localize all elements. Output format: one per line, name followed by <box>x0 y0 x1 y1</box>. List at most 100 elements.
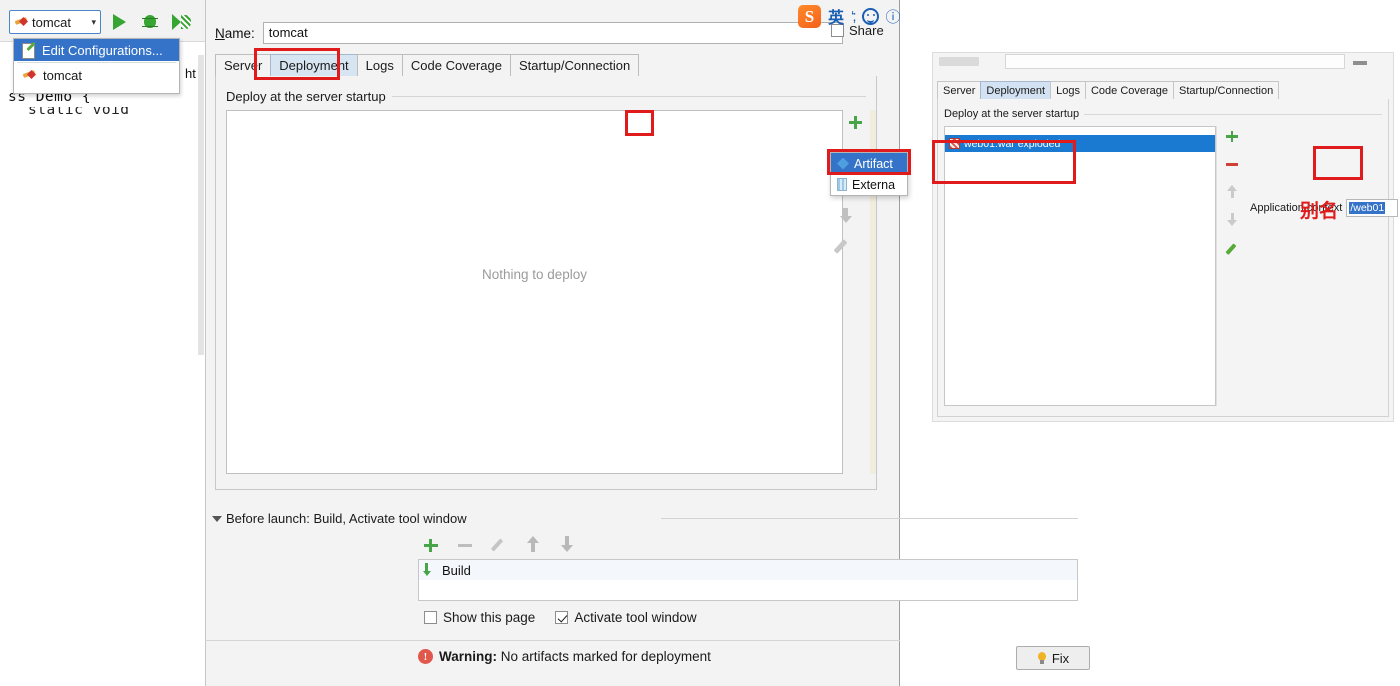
debug-icon[interactable] <box>140 13 160 31</box>
right-panel-tabs[interactable]: Server Deployment Logs Code Coverage Sta… <box>937 81 1280 99</box>
build-icon <box>423 563 437 577</box>
before-launch-title: Before launch: Build, Activate tool wind… <box>226 511 467 526</box>
activate-tool-window-checkbox-row[interactable]: Activate tool window <box>555 610 697 625</box>
activate-tool-window-label: Activate tool window <box>574 610 697 625</box>
show-this-page-label: Show this page <box>443 610 536 625</box>
tab-logs[interactable]: Logs <box>356 54 403 76</box>
minimize-icon[interactable] <box>1353 61 1367 65</box>
run-configuration-name: tomcat <box>32 14 72 30</box>
menu-item-tomcat[interactable]: tomcat <box>14 64 179 86</box>
fix-button-label: Fix <box>1051 650 1070 666</box>
before-launch-divider <box>661 518 1078 519</box>
editor-scrollbar[interactable] <box>198 55 204 355</box>
warning-message: No artifacts marked for deployment <box>500 649 711 664</box>
right-tab-logs[interactable]: Logs <box>1050 81 1086 99</box>
code-line-2-clip: static void main(Str <box>0 107 205 117</box>
warning-row: ! Warning: No artifacts marked for deplo… <box>418 649 711 664</box>
activate-tool-window-checkbox[interactable] <box>555 611 569 624</box>
right-deployment-panel: Server Deployment Logs Code Coverage Sta… <box>932 52 1399 422</box>
application-context-value: /web01 <box>1349 202 1386 214</box>
annotation-box-deployed-artifact <box>932 140 1076 184</box>
warning-prefix: Warning: <box>439 649 497 664</box>
move-down-icon <box>833 205 858 230</box>
edit-icon[interactable] <box>488 534 510 556</box>
screenshot-root: tomcat ▾ ht ss Demo { static void main(S… <box>0 0 1400 686</box>
move-up-icon[interactable] <box>522 534 544 556</box>
tomcat-icon <box>22 68 37 82</box>
tab-code-coverage[interactable]: Code Coverage <box>401 54 511 76</box>
right-panel-column-divider <box>1216 126 1217 406</box>
remove-icon[interactable] <box>454 534 476 556</box>
before-launch-toolbar <box>420 534 578 556</box>
chevron-down-icon: ▾ <box>91 16 96 27</box>
add-icon[interactable] <box>420 534 442 556</box>
edit-configurations-icon <box>22 43 36 59</box>
right-tab-deployment[interactable]: Deployment <box>980 81 1052 99</box>
edit-icon[interactable] <box>1222 238 1244 266</box>
ime-punctuation-icon[interactable]: ‘; <box>851 8 856 25</box>
right-panel-title: Deploy at the server startup <box>944 108 1085 120</box>
tomcat-icon <box>14 15 29 29</box>
application-context-input[interactable]: /web01 <box>1346 199 1399 217</box>
right-panel-name-input-ghost[interactable] <box>1005 54 1345 69</box>
smiley-icon[interactable] <box>861 7 879 25</box>
remove-icon[interactable] <box>1222 154 1244 182</box>
editor-right-fragment: ht <box>185 66 196 81</box>
menu-divider <box>17 62 176 63</box>
sogou-logo-icon[interactable]: S <box>798 4 821 28</box>
right-tab-code-coverage[interactable]: Code Coverage <box>1084 81 1175 99</box>
before-launch-list[interactable]: Build <box>418 559 1078 601</box>
before-launch-row-label: Build <box>442 562 471 578</box>
right-tab-startup-connection[interactable]: Startup/Connection <box>1173 81 1280 99</box>
empty-list-message: Nothing to deploy <box>481 267 588 282</box>
ime-toolbar[interactable]: S 英 ‘; ⓘ <box>798 2 926 30</box>
add-artifact-button[interactable] <box>843 110 868 136</box>
before-launch-row-build[interactable]: Build <box>419 560 1077 580</box>
annotation-label-alias: 别名 <box>1300 200 1339 222</box>
chevron-down-icon <box>212 515 222 522</box>
run-configuration-selector[interactable]: tomcat ▾ <box>9 10 101 34</box>
warning-text: Warning: No artifacts marked for deploym… <box>439 649 711 664</box>
menu-item-label: tomcat <box>43 67 83 83</box>
run-configuration-menu[interactable]: Edit Configurations... tomcat <box>13 38 180 94</box>
ide-background: tomcat ▾ ht ss Demo { static void main(S… <box>0 0 205 686</box>
right-list-toolbar <box>1222 126 1244 266</box>
tab-startup-connection[interactable]: Startup/Connection <box>509 54 640 76</box>
dialog-checkbox-row: Show this page Activate tool window <box>424 610 697 625</box>
add-icon[interactable] <box>1222 126 1244 154</box>
show-this-page-checkbox-row[interactable]: Show this page <box>424 610 535 625</box>
run-with-coverage-icon[interactable] <box>171 13 191 31</box>
ime-more-icon[interactable]: ⓘ <box>886 6 901 27</box>
popup-item-external[interactable]: Externa <box>831 174 907 195</box>
dialog-footer-divider <box>205 640 900 641</box>
move-up-icon[interactable] <box>1222 182 1244 210</box>
move-down-icon[interactable] <box>556 534 578 556</box>
fix-button[interactable]: Fix <box>1016 646 1090 670</box>
external-source-icon <box>837 178 847 191</box>
right-tab-server[interactable]: Server <box>937 81 982 99</box>
add-icon <box>843 110 868 135</box>
right-panel-topbar <box>933 53 1395 75</box>
menu-item-edit-configurations[interactable]: Edit Configurations... <box>14 39 179 61</box>
name-input[interactable]: tomcat <box>262 22 843 44</box>
run-icon[interactable] <box>110 13 130 31</box>
lightbulb-icon <box>1037 651 1047 665</box>
menu-item-label: Edit Configurations... <box>42 42 163 58</box>
right-panel-name-label-ghost <box>939 57 979 66</box>
name-row: Name: tomcat <box>215 22 843 44</box>
ide-toolbar: tomcat ▾ <box>0 0 205 42</box>
code-line-2: static void main(Str <box>28 107 130 117</box>
show-this-page-checkbox[interactable] <box>424 611 437 624</box>
annotation-box-deployment-tab <box>254 48 340 80</box>
popup-item-label: Externa <box>852 177 896 192</box>
annotation-box-application-context <box>1313 146 1363 180</box>
annotation-box-add-button <box>625 110 654 136</box>
name-label: Name: <box>215 25 255 41</box>
deployment-list[interactable]: Nothing to deploy <box>226 110 843 474</box>
move-down-icon[interactable] <box>1222 210 1244 238</box>
panel-title: Deploy at the server startup <box>226 89 392 104</box>
warning-icon: ! <box>418 649 433 664</box>
before-launch-title-row[interactable]: Before launch: Build, Activate tool wind… <box>212 511 467 526</box>
edit-icon <box>833 235 858 260</box>
ime-language-mode[interactable]: 英 <box>828 4 844 28</box>
